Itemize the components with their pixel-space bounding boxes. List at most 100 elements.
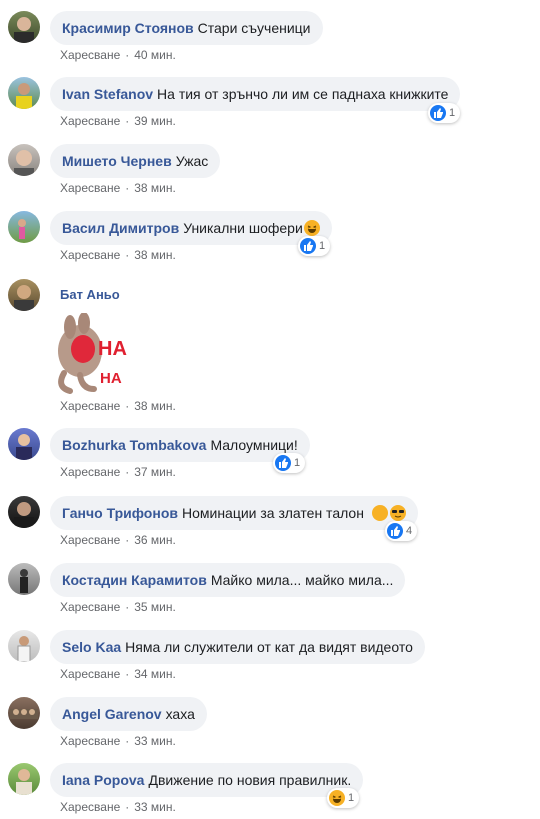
- avatar[interactable]: [8, 630, 40, 662]
- timestamp[interactable]: 33 мин.: [134, 800, 176, 814]
- sticker-text: HA: [98, 338, 127, 360]
- like-link[interactable]: Харесване: [60, 181, 120, 195]
- separator: ·: [125, 667, 130, 681]
- author-name[interactable]: Ганчо Трифонов: [62, 505, 178, 521]
- comment-bubble: Bozhurka Tombakova Малоумници!: [50, 428, 310, 462]
- comment-meta: Харесване · 33 мин.: [60, 734, 176, 748]
- comment-text: хаха: [165, 706, 195, 722]
- comment-bubble: Васил Димитров Уникални шофери: [50, 211, 332, 245]
- author-name[interactable]: Бат Аньо: [60, 287, 120, 302]
- timestamp[interactable]: 38 мин.: [134, 181, 176, 195]
- timestamp[interactable]: 37 мин.: [134, 465, 176, 479]
- author-name[interactable]: Selo Kaa: [62, 639, 121, 655]
- author-name[interactable]: Ivan Stefanov: [62, 86, 153, 102]
- comment-bubble: Костадин Карамитов Майко мила... майко ми…: [50, 563, 406, 597]
- avatar[interactable]: [8, 763, 40, 795]
- author-name[interactable]: Мишето Чернев: [62, 153, 172, 169]
- comment-text: Малоумници!: [210, 437, 298, 453]
- haha-reaction-icon: [329, 790, 345, 806]
- author-name[interactable]: Красимир Стоянов: [62, 20, 194, 36]
- reaction-summary[interactable]: 4: [385, 521, 418, 541]
- comment-meta: Харесване · 37 мин.: [60, 465, 176, 479]
- reaction-summary[interactable]: 1: [298, 236, 331, 256]
- comment-bubble: Angel Garenov хаха: [50, 697, 207, 731]
- comment-meta: Харесване · 38 мин.: [60, 181, 176, 195]
- separator: ·: [125, 600, 130, 614]
- timestamp[interactable]: 33 мин.: [134, 734, 176, 748]
- author-name[interactable]: Васил Димитров: [62, 220, 179, 236]
- comment-meta: Харесване · 36 мин.: [60, 533, 176, 547]
- comment-bubble: Ivan Stefanov На тия от зрънчо ли им се п…: [50, 77, 461, 111]
- like-link[interactable]: Харесване: [60, 465, 120, 479]
- like-link[interactable]: Харесване: [60, 734, 120, 748]
- like-link[interactable]: Харесване: [60, 48, 120, 62]
- like-link[interactable]: Харесване: [60, 399, 120, 413]
- timestamp[interactable]: 38 мин.: [134, 399, 176, 413]
- like-link[interactable]: Харесване: [60, 533, 120, 547]
- laughing-emoji-icon: [303, 220, 320, 236]
- separator: ·: [125, 399, 130, 413]
- comment-text: Уникални шофери: [183, 220, 303, 236]
- sticker-text: HA: [100, 370, 122, 387]
- timestamp[interactable]: 34 мин.: [134, 667, 176, 681]
- author-name[interactable]: Костадин Карамитов: [62, 572, 207, 588]
- reaction-count: 4: [406, 525, 413, 537]
- timestamp[interactable]: 40 мин.: [134, 48, 176, 62]
- author-name[interactable]: Angel Garenov: [62, 706, 162, 722]
- separator: ·: [125, 114, 130, 128]
- separator: ·: [125, 248, 130, 262]
- like-link[interactable]: Харесване: [60, 114, 120, 128]
- like-link[interactable]: Харесване: [60, 600, 120, 614]
- like-reaction-icon: [275, 455, 291, 471]
- separator: ·: [125, 48, 130, 62]
- comment-meta: Харесване · 38 мин.: [60, 248, 176, 262]
- laughing-sticker: HA HA: [50, 312, 136, 395]
- timestamp[interactable]: 36 мин.: [134, 533, 176, 547]
- like-link[interactable]: Харесване: [60, 248, 120, 262]
- comment-bubble: Красимир Стоянов Стари съученици: [50, 11, 323, 45]
- reaction-summary[interactable]: 1: [428, 103, 461, 123]
- comment-text: Движение по новия правилник.: [148, 772, 352, 788]
- reaction-count: 1: [319, 240, 326, 252]
- comment-bubble: Ганчо Трифонов Номинации за златен талон: [50, 496, 418, 530]
- comment-bubble: Iana Popova Движение по новия правилник.: [50, 763, 364, 797]
- separator: ·: [125, 734, 130, 748]
- comment-meta: Харесване · 34 мин.: [60, 667, 176, 681]
- comment-meta: Харесване · 35 мин.: [60, 600, 176, 614]
- avatar[interactable]: [8, 496, 40, 528]
- comment-text: Майко мила... майко мила...: [210, 572, 394, 588]
- comment-text: На тия от зрънчо ли им се паднаха книжки…: [157, 86, 449, 102]
- avatar[interactable]: [8, 697, 40, 729]
- avatar[interactable]: [8, 77, 40, 109]
- comment-bubble: Бат Аньо: [50, 279, 132, 309]
- timestamp[interactable]: 39 мин.: [134, 114, 176, 128]
- separator: ·: [125, 533, 130, 547]
- avatar[interactable]: [8, 211, 40, 243]
- like-reaction-icon: [430, 105, 446, 121]
- avatar[interactable]: [8, 11, 40, 43]
- separator: ·: [125, 800, 130, 814]
- comment-bubble: Мишето Чернев Ужас: [50, 144, 221, 178]
- like-reaction-icon: [300, 238, 316, 254]
- reaction-count: 1: [449, 107, 456, 119]
- avatar[interactable]: [8, 144, 40, 176]
- comment-text: Ужас: [175, 153, 209, 169]
- avatar[interactable]: [8, 428, 40, 460]
- reaction-count: 1: [294, 457, 301, 469]
- reaction-summary[interactable]: 1: [327, 788, 360, 808]
- comment-meta: Харесване · 40 мин.: [60, 48, 176, 62]
- like-link[interactable]: Харесване: [60, 667, 120, 681]
- like-reaction-icon: [387, 523, 403, 539]
- timestamp[interactable]: 38 мин.: [134, 248, 176, 262]
- like-link[interactable]: Харесване: [60, 800, 120, 814]
- avatar[interactable]: [8, 279, 40, 311]
- timestamp[interactable]: 35 мин.: [134, 600, 176, 614]
- avatar[interactable]: [8, 563, 40, 595]
- author-name[interactable]: Bozhurka Tombakova: [62, 437, 206, 453]
- reaction-count: 1: [348, 792, 355, 804]
- sunglasses-emoji-icon: [389, 505, 406, 521]
- comment-meta: Харесване · 33 мин.: [60, 800, 176, 814]
- author-name[interactable]: Iana Popova: [62, 772, 144, 788]
- comment-text: Номинации за златен талон: [181, 505, 364, 521]
- reaction-summary[interactable]: 1: [273, 453, 306, 473]
